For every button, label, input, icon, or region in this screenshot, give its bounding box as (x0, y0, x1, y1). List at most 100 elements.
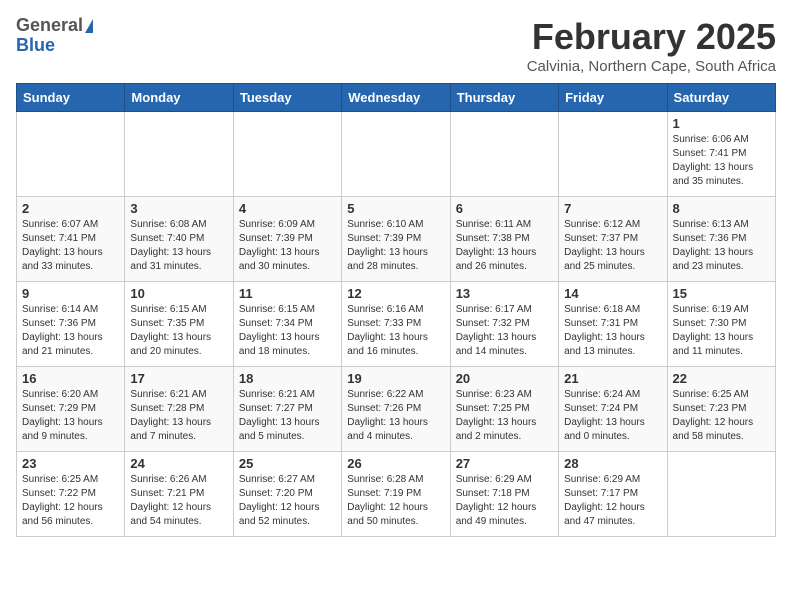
day-info: Sunrise: 6:29 AM Sunset: 7:17 PM Dayligh… (564, 473, 661, 529)
calendar-cell: 17 Sunrise: 6:21 AM Sunset: 7:28 PM Dayli… (125, 367, 233, 452)
calendar-cell: 28 Sunrise: 6:29 AM Sunset: 7:17 PM Dayli… (559, 452, 667, 537)
day-info: Sunrise: 6:21 AM Sunset: 7:28 PM Dayligh… (130, 388, 227, 444)
day-number: 10 (130, 286, 227, 301)
calendar-cell: 9 Sunrise: 6:14 AM Sunset: 7:36 PM Daylig… (17, 282, 125, 367)
day-number: 16 (22, 371, 119, 386)
day-info: Sunrise: 6:22 AM Sunset: 7:26 PM Dayligh… (347, 388, 444, 444)
day-info: Sunrise: 6:12 AM Sunset: 7:37 PM Dayligh… (564, 218, 661, 274)
day-number: 24 (130, 456, 227, 471)
day-number: 11 (239, 286, 336, 301)
calendar-cell (559, 112, 667, 197)
weekday-header-row: SundayMondayTuesdayWednesdayThursdayFrid… (17, 84, 776, 112)
day-number: 12 (347, 286, 444, 301)
day-info: Sunrise: 6:14 AM Sunset: 7:36 PM Dayligh… (22, 303, 119, 359)
day-info: Sunrise: 6:06 AM Sunset: 7:41 PM Dayligh… (673, 133, 770, 189)
day-number: 28 (564, 456, 661, 471)
location-subtitle: Calvinia, Northern Cape, South Africa (527, 58, 776, 75)
day-info: Sunrise: 6:21 AM Sunset: 7:27 PM Dayligh… (239, 388, 336, 444)
day-number: 20 (456, 371, 553, 386)
day-number: 23 (22, 456, 119, 471)
day-info: Sunrise: 6:23 AM Sunset: 7:25 PM Dayligh… (456, 388, 553, 444)
weekday-header-friday: Friday (559, 84, 667, 112)
calendar-cell: 22 Sunrise: 6:25 AM Sunset: 7:23 PM Dayli… (667, 367, 775, 452)
day-number: 5 (347, 201, 444, 216)
calendar-cell (233, 112, 341, 197)
weekday-header-saturday: Saturday (667, 84, 775, 112)
weekday-header-thursday: Thursday (450, 84, 558, 112)
day-info: Sunrise: 6:08 AM Sunset: 7:40 PM Dayligh… (130, 218, 227, 274)
day-info: Sunrise: 6:13 AM Sunset: 7:36 PM Dayligh… (673, 218, 770, 274)
day-number: 9 (22, 286, 119, 301)
day-number: 15 (673, 286, 770, 301)
calendar-cell: 26Sunrise: 6:28 AM Sunset: 7:19 PM Dayli… (342, 452, 450, 537)
calendar-week-row: 1 Sunrise: 6:06 AM Sunset: 7:41 PM Daylig… (17, 112, 776, 197)
day-info: Sunrise: 6:28 AM Sunset: 7:19 PM Dayligh… (347, 473, 444, 529)
day-info: Sunrise: 6:29 AM Sunset: 7:18 PM Dayligh… (456, 473, 553, 529)
calendar-cell: 7Sunrise: 6:12 AM Sunset: 7:37 PM Daylig… (559, 197, 667, 282)
calendar-cell: 14 Sunrise: 6:18 AM Sunset: 7:31 PM Dayli… (559, 282, 667, 367)
logo-triangle-icon (85, 19, 93, 33)
calendar-cell (667, 452, 775, 537)
day-info: Sunrise: 6:27 AM Sunset: 7:20 PM Dayligh… (239, 473, 336, 529)
day-info: Sunrise: 6:18 AM Sunset: 7:31 PM Dayligh… (564, 303, 661, 359)
calendar-cell: 12 Sunrise: 6:16 AM Sunset: 7:33 PM Dayli… (342, 282, 450, 367)
day-info: Sunrise: 6:15 AM Sunset: 7:34 PM Dayligh… (239, 303, 336, 359)
calendar-cell: 6Sunrise: 6:11 AM Sunset: 7:38 PM Daylig… (450, 197, 558, 282)
calendar-cell: 19 Sunrise: 6:22 AM Sunset: 7:26 PM Dayli… (342, 367, 450, 452)
day-info: Sunrise: 6:25 AM Sunset: 7:22 PM Dayligh… (22, 473, 119, 529)
day-info: Sunrise: 6:07 AM Sunset: 7:41 PM Dayligh… (22, 218, 119, 274)
calendar-cell: 3 Sunrise: 6:08 AM Sunset: 7:40 PM Daylig… (125, 197, 233, 282)
weekday-header-sunday: Sunday (17, 84, 125, 112)
calendar-week-row: 9 Sunrise: 6:14 AM Sunset: 7:36 PM Daylig… (17, 282, 776, 367)
weekday-header-wednesday: Wednesday (342, 84, 450, 112)
calendar-cell: 8 Sunrise: 6:13 AM Sunset: 7:36 PM Daylig… (667, 197, 775, 282)
calendar-cell: 23 Sunrise: 6:25 AM Sunset: 7:22 PM Dayli… (17, 452, 125, 537)
day-number: 3 (130, 201, 227, 216)
calendar-week-row: 23 Sunrise: 6:25 AM Sunset: 7:22 PM Dayli… (17, 452, 776, 537)
calendar-cell (125, 112, 233, 197)
day-info: Sunrise: 6:16 AM Sunset: 7:33 PM Dayligh… (347, 303, 444, 359)
day-info: Sunrise: 6:10 AM Sunset: 7:39 PM Dayligh… (347, 218, 444, 274)
calendar-cell: 25 Sunrise: 6:27 AM Sunset: 7:20 PM Dayli… (233, 452, 341, 537)
calendar-cell: 4 Sunrise: 6:09 AM Sunset: 7:39 PM Daylig… (233, 197, 341, 282)
day-number: 8 (673, 201, 770, 216)
calendar-cell: 5 Sunrise: 6:10 AM Sunset: 7:39 PM Daylig… (342, 197, 450, 282)
logo-general-text: General (16, 15, 83, 35)
day-number: 4 (239, 201, 336, 216)
calendar-table: SundayMondayTuesdayWednesdayThursdayFrid… (16, 83, 776, 537)
calendar-cell: 15 Sunrise: 6:19 AM Sunset: 7:30 PM Dayli… (667, 282, 775, 367)
calendar-cell (17, 112, 125, 197)
day-info: Sunrise: 6:24 AM Sunset: 7:24 PM Dayligh… (564, 388, 661, 444)
title-block: February 2025 Calvinia, Northern Cape, S… (527, 16, 776, 75)
calendar-cell: 1 Sunrise: 6:06 AM Sunset: 7:41 PM Daylig… (667, 112, 775, 197)
calendar-week-row: 2Sunrise: 6:07 AM Sunset: 7:41 PM Daylig… (17, 197, 776, 282)
day-number: 22 (673, 371, 770, 386)
day-number: 1 (673, 116, 770, 131)
calendar-cell: 10Sunrise: 6:15 AM Sunset: 7:35 PM Dayli… (125, 282, 233, 367)
calendar-week-row: 16 Sunrise: 6:20 AM Sunset: 7:29 PM Dayli… (17, 367, 776, 452)
day-number: 17 (130, 371, 227, 386)
day-number: 25 (239, 456, 336, 471)
day-info: Sunrise: 6:19 AM Sunset: 7:30 PM Dayligh… (673, 303, 770, 359)
page-header: General Blue February 2025 Calvinia, Nor… (16, 16, 776, 75)
day-info: Sunrise: 6:17 AM Sunset: 7:32 PM Dayligh… (456, 303, 553, 359)
day-number: 6 (456, 201, 553, 216)
calendar-cell: 18Sunrise: 6:21 AM Sunset: 7:27 PM Dayli… (233, 367, 341, 452)
day-info: Sunrise: 6:20 AM Sunset: 7:29 PM Dayligh… (22, 388, 119, 444)
calendar-cell: 21 Sunrise: 6:24 AM Sunset: 7:24 PM Dayli… (559, 367, 667, 452)
calendar-cell: 20 Sunrise: 6:23 AM Sunset: 7:25 PM Dayli… (450, 367, 558, 452)
calendar-cell: 11 Sunrise: 6:15 AM Sunset: 7:34 PM Dayli… (233, 282, 341, 367)
day-number: 21 (564, 371, 661, 386)
day-number: 13 (456, 286, 553, 301)
calendar-cell: 13 Sunrise: 6:17 AM Sunset: 7:32 PM Dayli… (450, 282, 558, 367)
day-number: 14 (564, 286, 661, 301)
weekday-header-monday: Monday (125, 84, 233, 112)
calendar-cell: 27Sunrise: 6:29 AM Sunset: 7:18 PM Dayli… (450, 452, 558, 537)
calendar-cell (342, 112, 450, 197)
day-info: Sunrise: 6:25 AM Sunset: 7:23 PM Dayligh… (673, 388, 770, 444)
day-number: 19 (347, 371, 444, 386)
calendar-cell: 24Sunrise: 6:26 AM Sunset: 7:21 PM Dayli… (125, 452, 233, 537)
day-info: Sunrise: 6:09 AM Sunset: 7:39 PM Dayligh… (239, 218, 336, 274)
calendar-cell: 2Sunrise: 6:07 AM Sunset: 7:41 PM Daylig… (17, 197, 125, 282)
month-title: February 2025 (527, 16, 776, 58)
